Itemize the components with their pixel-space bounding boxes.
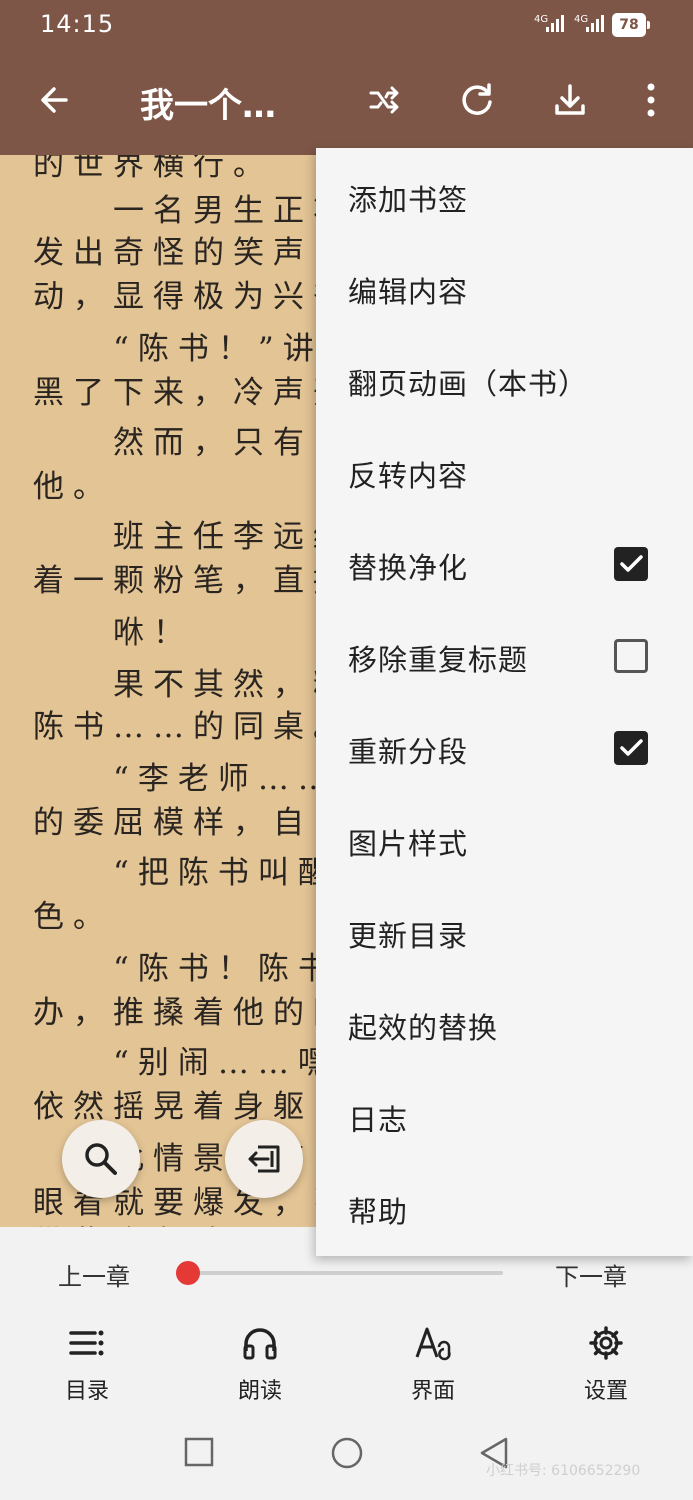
nav-toc-label: 目录 <box>64 1379 109 1404</box>
gear-icon <box>589 1326 623 1360</box>
text-line: 咻！ <box>33 615 193 651</box>
prev-chapter-button[interactable]: 上一章 <box>58 1257 130 1292</box>
search-icon <box>85 1143 117 1175</box>
check-icon <box>620 555 643 572</box>
menu-item-log[interactable]: 日志 <box>316 1070 693 1162</box>
text-line: 动，显得极为兴奋 <box>33 279 353 315</box>
text-line: 然而，只有「 <box>33 425 353 461</box>
menu-item-reverse-content[interactable]: 反转内容 <box>316 426 693 518</box>
app-bar: 我一个… <box>0 50 693 155</box>
re-paragraph-checkbox[interactable] <box>614 731 648 765</box>
nav-settings[interactable]: 设置 <box>546 1325 666 1405</box>
chapter-progress-slider[interactable] <box>188 1271 503 1275</box>
nav-read-aloud-label: 朗读 <box>237 1379 282 1404</box>
toc-icon <box>69 1330 104 1356</box>
check-icon <box>620 739 643 756</box>
auto-page-button[interactable] <box>225 1120 303 1198</box>
search-button[interactable] <box>62 1120 140 1198</box>
text-line: 着一颗粉笔，直接 <box>33 563 353 599</box>
nav-settings-label: 设置 <box>583 1379 628 1404</box>
overflow-menu: 添加书签 编辑内容 翻页动画（本书） 反转内容 替换净化 移除重复标题 重新分段… <box>316 148 693 1256</box>
text-line: “别闹……嘿 <box>33 1045 338 1081</box>
menu-item-label: 更新目录 <box>348 919 469 953</box>
back-arrow-icon[interactable] <box>32 78 76 122</box>
menu-item-label: 起效的替换 <box>348 1011 499 1045</box>
text-line: 带些许急迫。 <box>33 1217 273 1227</box>
nav-interface-label: 界面 <box>410 1379 455 1404</box>
slider-thumb[interactable] <box>176 1261 200 1285</box>
menu-item-help[interactable]: 帮助 <box>316 1162 693 1254</box>
headphones-icon <box>243 1328 277 1360</box>
menu-item-re-paragraph[interactable]: 重新分段 <box>316 702 693 794</box>
download-icon[interactable] <box>548 78 592 122</box>
text-line: 班主任李远终 <box>33 519 353 555</box>
refresh-icon[interactable] <box>455 78 499 122</box>
text-line: 一名男生正将 <box>33 193 353 229</box>
more-vert-icon[interactable] <box>629 78 673 122</box>
menu-item-label: 翻页动画（本书） <box>348 367 589 401</box>
menu-item-add-bookmark[interactable]: 添加书签 <box>316 150 693 242</box>
text-line: “把陈书叫醒 <box>33 855 338 891</box>
menu-item-label: 日志 <box>348 1103 409 1137</box>
signal-1-icon <box>546 14 570 32</box>
status-time: 14:15 <box>40 10 115 38</box>
text-line: “李老师…… <box>33 761 338 797</box>
menu-item-label: 替换净化 <box>348 551 469 585</box>
home-icon[interactable] <box>330 1437 364 1475</box>
menu-item-label: 移除重复标题 <box>348 643 529 677</box>
text-line: 果不其然，粉 <box>33 667 353 703</box>
remove-duplicate-title-checkbox[interactable] <box>614 639 648 673</box>
menu-item-label: 重新分段 <box>348 735 469 769</box>
battery-icon: 78 <box>612 13 650 37</box>
replace-purify-checkbox[interactable] <box>614 547 648 581</box>
menu-item-label: 反转内容 <box>348 459 469 493</box>
menu-item-page-animation[interactable]: 翻页动画（本书） <box>316 334 693 426</box>
nav-read-aloud[interactable]: 朗读 <box>200 1325 320 1405</box>
text-line: “陈书！陈书 <box>33 951 338 987</box>
font-icon <box>415 1327 451 1361</box>
change-source-icon[interactable] <box>362 78 406 122</box>
menu-item-label: 编辑内容 <box>348 275 469 309</box>
text-line: 黑了下来，冷声开 <box>33 375 353 411</box>
text-line: 发出奇怪的笑声， <box>33 235 353 271</box>
text-line: “陈书！”讲 <box>33 331 323 367</box>
menu-item-label: 图片样式 <box>348 827 469 861</box>
signal-2-icon <box>586 14 610 32</box>
text-line: 他。 <box>33 469 113 505</box>
exit-icon <box>248 1145 280 1173</box>
menu-item-edit-content[interactable]: 编辑内容 <box>316 242 693 334</box>
next-chapter-button[interactable]: 下一章 <box>555 1257 627 1292</box>
recents-icon[interactable] <box>184 1437 214 1471</box>
text-line: 的世界横行。 <box>33 155 273 183</box>
menu-item-label: 添加书签 <box>348 183 469 217</box>
menu-item-active-replacements[interactable]: 起效的替换 <box>316 978 693 1070</box>
text-line: 依然摇晃着身躯， <box>33 1089 353 1125</box>
menu-item-replace-purify[interactable]: 替换净化 <box>316 518 693 610</box>
menu-item-update-toc[interactable]: 更新目录 <box>316 886 693 978</box>
text-line: 陈书……的同桌。 <box>33 709 353 745</box>
nav-toc[interactable]: 目录 <box>27 1325 147 1405</box>
menu-item-label: 帮助 <box>348 1195 409 1229</box>
text-line: 的委屈模样，自己 <box>33 805 353 841</box>
text-line: 办，推搡着他的同 <box>33 995 353 1031</box>
text-line: 色。 <box>33 899 113 935</box>
menu-item-remove-duplicate-title[interactable]: 移除重复标题 <box>316 610 693 702</box>
watermark: 小红书号: 6106652290 <box>486 1463 641 1479</box>
book-title: 我一个… <box>140 86 276 126</box>
menu-item-image-style[interactable]: 图片样式 <box>316 794 693 886</box>
status-bar: 14:15 4G 4G 78 <box>0 0 693 50</box>
nav-interface[interactable]: 界面 <box>373 1325 493 1405</box>
